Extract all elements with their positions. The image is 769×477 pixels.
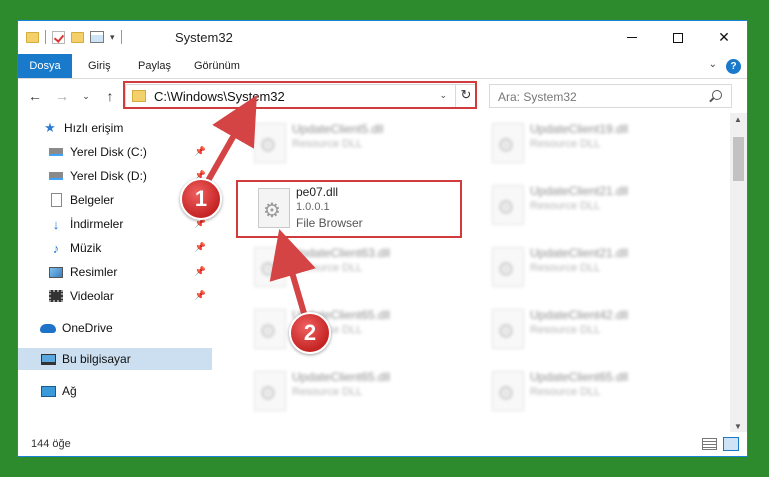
step-2-badge: 2: [289, 312, 331, 354]
arrow-to-file: [269, 228, 316, 321]
step-1-badge: 1: [180, 178, 222, 220]
annotation-arrows: [202, 95, 316, 321]
arrow-to-address-bar: [202, 95, 257, 188]
